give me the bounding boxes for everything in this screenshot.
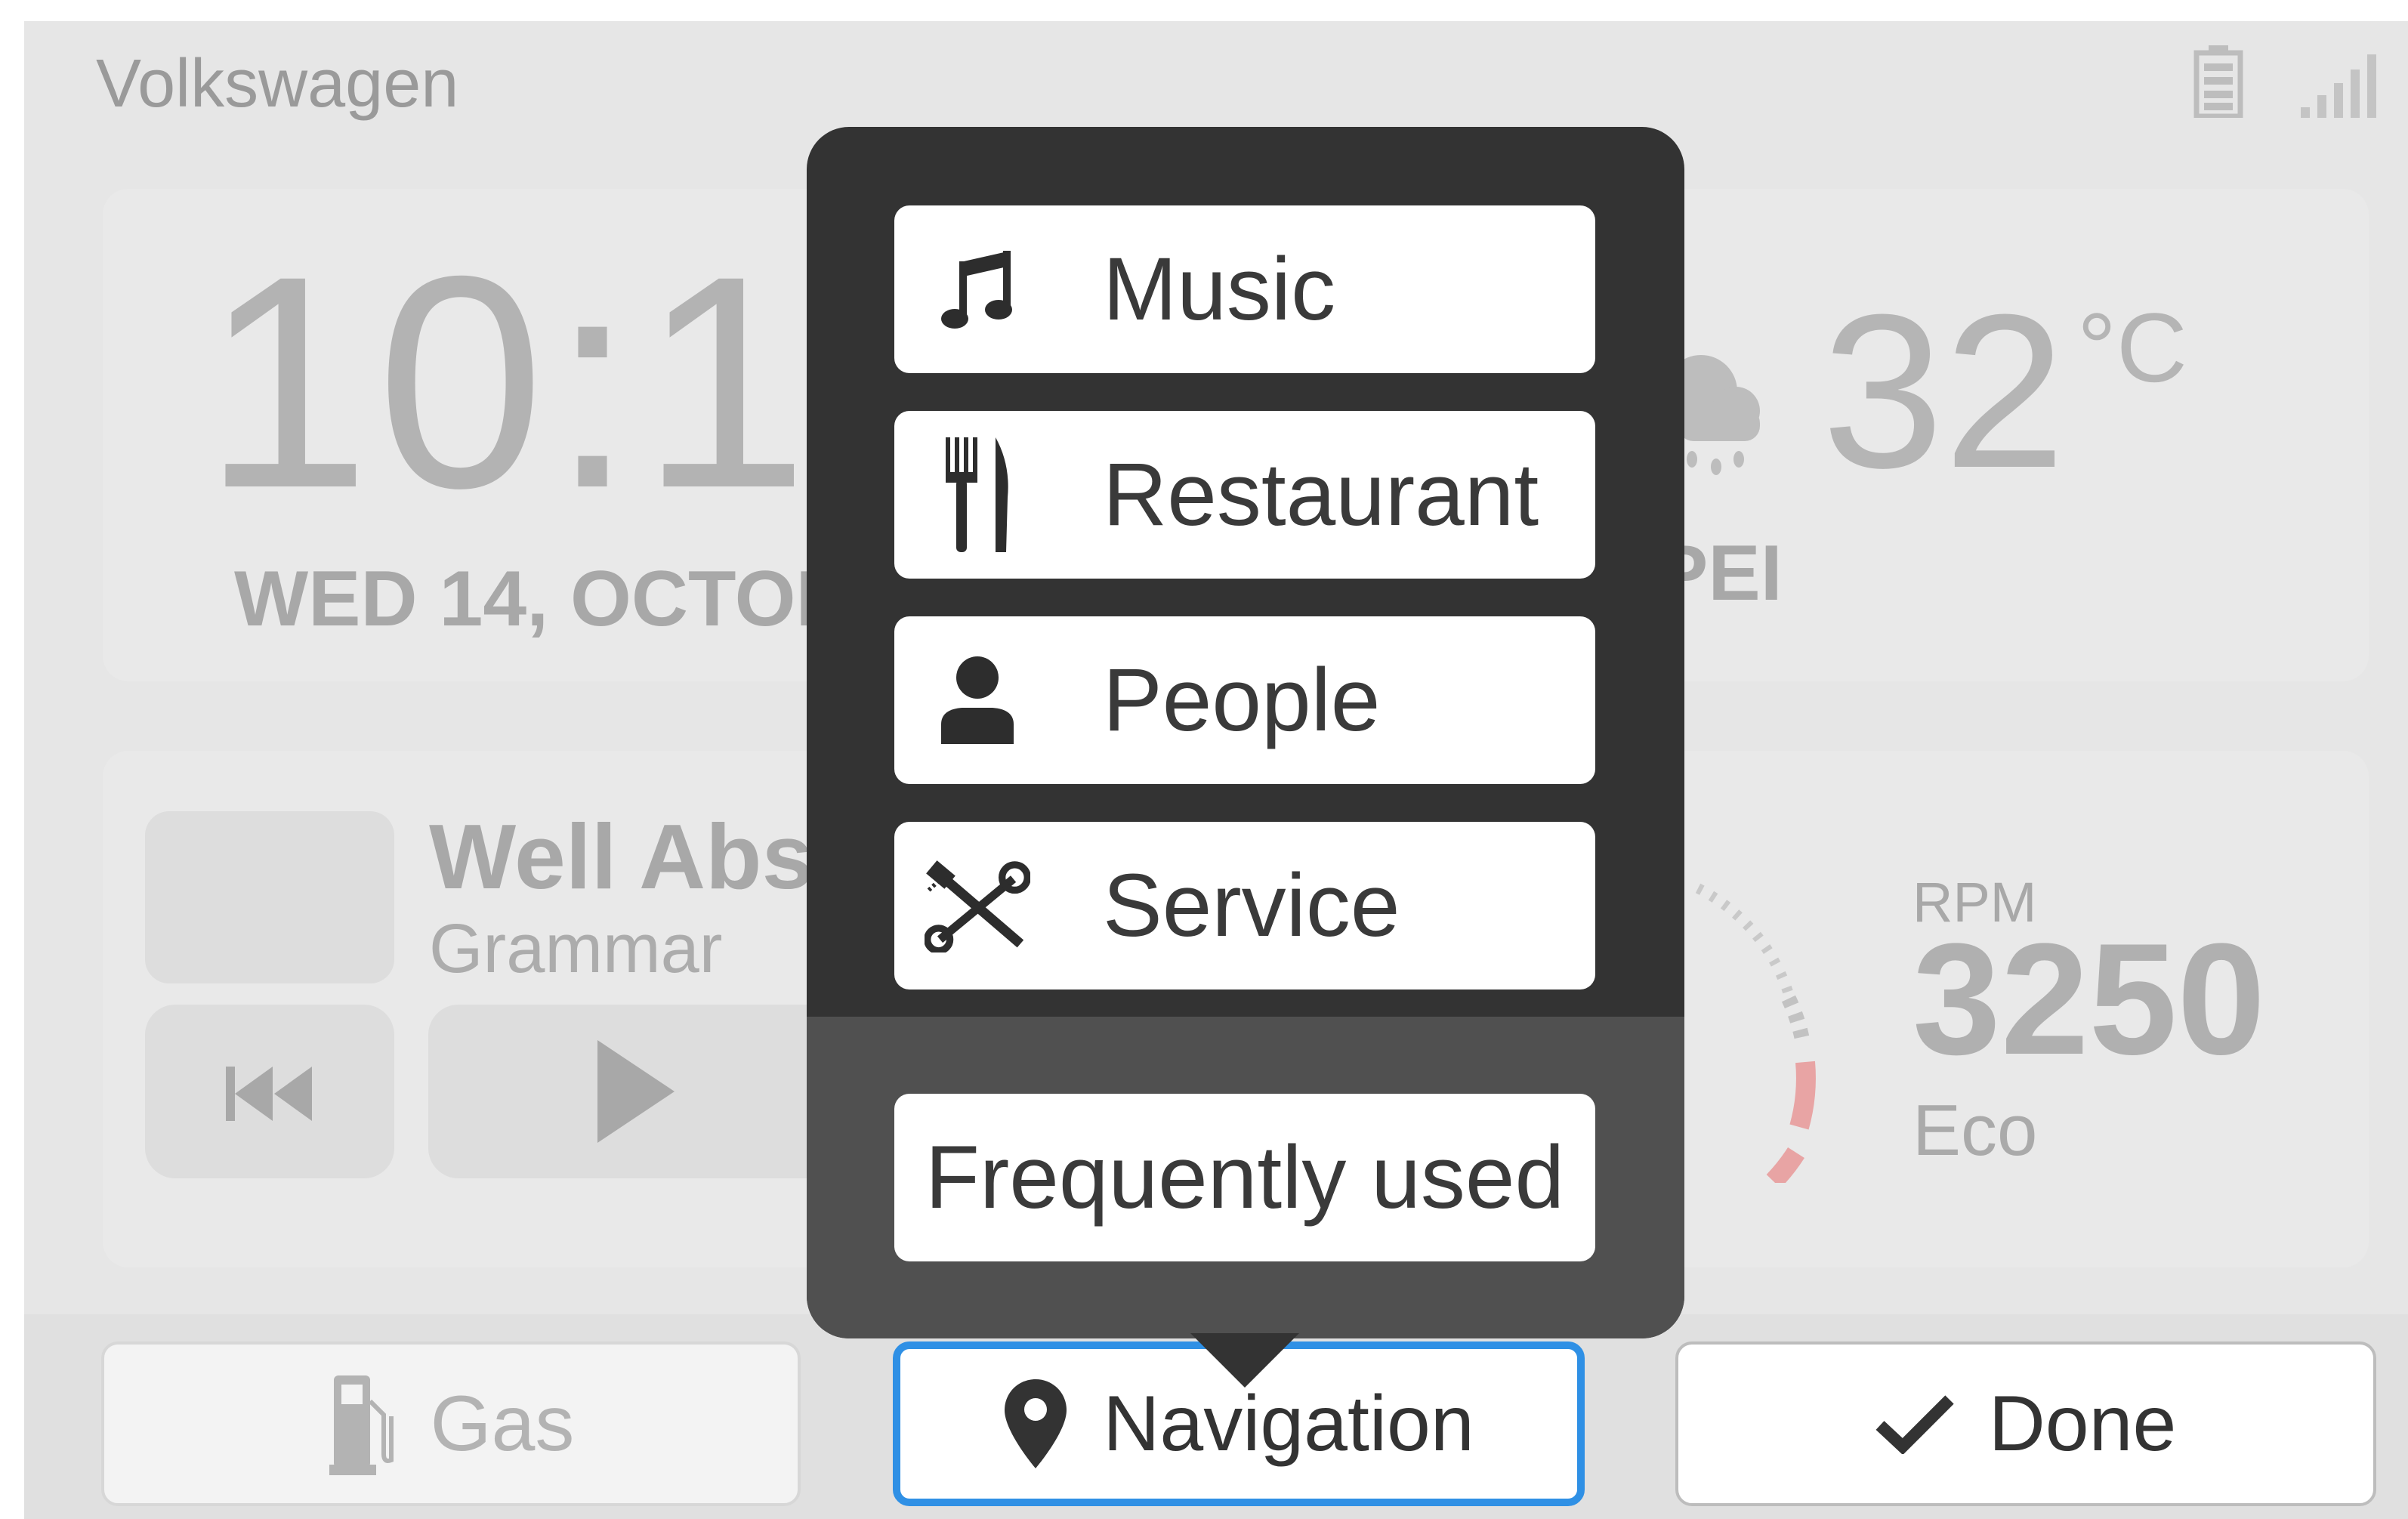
skip-previous-icon [226,1067,312,1121]
brand-label: Volkswagen [96,46,459,122]
gas-label: Gas [430,1379,575,1468]
popup-item-label: People [1103,650,1381,750]
done-button[interactable]: Done [1675,1341,2376,1506]
rpm-gauge-icon [1695,883,1816,1183]
popup-item-people[interactable]: People [894,616,1595,784]
play-icon [597,1040,675,1143]
frequently-used-button[interactable]: Frequently used [894,1094,1595,1261]
popup-item-label: Service [1103,856,1400,956]
done-label: Done [1988,1379,2177,1468]
gas-button[interactable]: Gas [101,1341,801,1506]
rpm-value: 3250 [1913,910,2266,1088]
navigation-category-popup: Music Restaurant People Service Frequent… [807,127,1684,1338]
drive-mode: Eco [1913,1090,2038,1171]
temperature-unit: °C [2077,292,2187,403]
tools-icon [925,859,1030,952]
clock-date: WED 14, OCTOE [234,555,848,643]
map-pin-icon [1005,1379,1067,1468]
status-icons [2193,44,2387,118]
signal-icon [2301,54,2376,118]
previous-track-button[interactable] [145,1005,394,1178]
play-button[interactable] [428,1005,866,1178]
clock-time: 10:1 [202,213,815,551]
popup-item-music[interactable]: Music [894,205,1595,373]
frequently-used-label: Frequently used [925,1128,1565,1227]
track-title: Well Abso [429,805,869,908]
battery-icon [2193,45,2243,118]
gas-pump-icon [329,1375,394,1475]
person-icon [925,655,1030,746]
popup-item-label: Restaurant [1103,445,1539,545]
navigation-label: Navigation [1103,1379,1474,1468]
temperature-value: 32 [1822,269,2066,514]
music-note-icon [925,248,1030,331]
popup-pointer [1190,1333,1299,1388]
fork-knife-icon [925,434,1030,555]
car-dashboard-screen: Volkswagen 10:1 WED 14, OCTOE 32 °C PEI [24,21,2408,1519]
popup-item-service[interactable]: Service [894,822,1595,990]
album-art [145,811,394,983]
checkmark-icon [1875,1395,1954,1454]
popup-item-label: Music [1103,239,1336,339]
track-artist: Grammar [429,910,723,987]
popup-item-restaurant[interactable]: Restaurant [894,411,1595,579]
